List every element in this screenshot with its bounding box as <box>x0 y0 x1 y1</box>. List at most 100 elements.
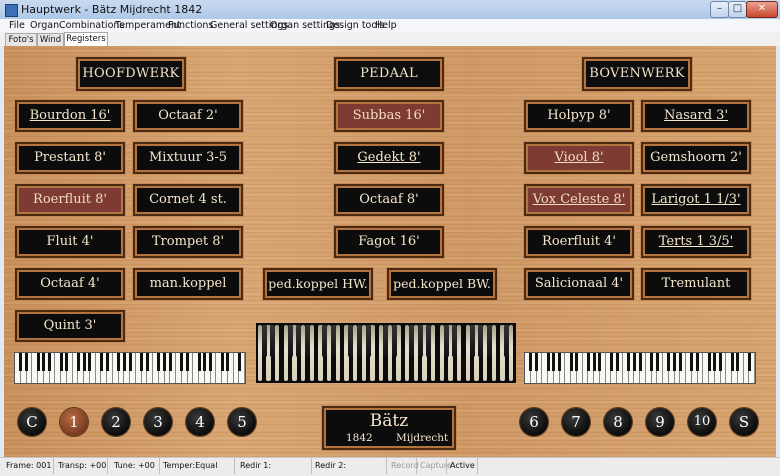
pedal-sharp-key[interactable] <box>452 325 458 357</box>
stop-bw-gemshoorn-2[interactable]: Gemshoorn 2' <box>643 144 749 172</box>
stop-bw-vox-celeste-8[interactable]: Vox Celeste 8' <box>526 186 632 214</box>
black-key[interactable] <box>719 353 722 371</box>
pedal-sharp-key[interactable] <box>270 325 276 357</box>
black-key[interactable] <box>650 353 653 371</box>
pedal-sharp-key[interactable] <box>443 325 449 357</box>
manual-keyboard-bovenwerk[interactable] <box>524 352 756 384</box>
pedal-key[interactable] <box>309 325 315 381</box>
pedal-sharp-key[interactable] <box>287 325 293 357</box>
black-key[interactable] <box>569 353 573 371</box>
stop-bw-roerfluit-4[interactable]: Roerfluit 4' <box>526 228 632 256</box>
black-key[interactable] <box>690 353 694 371</box>
black-key[interactable] <box>592 353 596 371</box>
black-key[interactable] <box>627 353 630 371</box>
stop-bw-terts[interactable]: Terts 1 3/5' <box>643 228 749 256</box>
black-key[interactable] <box>678 353 682 371</box>
black-key[interactable] <box>19 353 23 371</box>
black-key[interactable] <box>707 353 711 371</box>
black-key[interactable] <box>168 353 172 371</box>
pedal-key[interactable] <box>274 325 280 381</box>
stop-hw-trompet-8[interactable]: Trompet 8' <box>135 228 241 256</box>
black-key[interactable] <box>36 353 40 371</box>
black-key[interactable] <box>598 353 602 371</box>
black-key[interactable] <box>226 353 230 371</box>
black-key[interactable] <box>140 353 143 371</box>
black-key[interactable] <box>546 353 550 371</box>
black-key[interactable] <box>558 353 561 371</box>
pedal-key[interactable] <box>370 325 375 381</box>
piston-9[interactable]: 9 <box>646 408 674 436</box>
black-key[interactable] <box>655 353 659 371</box>
stop-ped-koppel-hw[interactable]: ped.koppel HW. <box>265 270 371 298</box>
stop-bw-holpyp-8[interactable]: Holpyp 8' <box>526 102 632 130</box>
stop-ped-koppel-bw[interactable]: ped.koppel BW. <box>389 270 495 298</box>
pedal-key[interactable] <box>430 325 436 381</box>
minimize-button[interactable]: – <box>710 1 729 18</box>
black-key[interactable] <box>730 353 734 371</box>
stop-hw-cornet[interactable]: Cornet 4 st. <box>135 186 241 214</box>
pedal-sharp-key[interactable] <box>504 325 510 357</box>
black-key[interactable] <box>122 353 126 371</box>
black-key[interactable] <box>117 353 120 371</box>
menu-help[interactable]: Help <box>375 19 397 32</box>
black-key[interactable] <box>609 353 613 371</box>
black-key[interactable] <box>220 353 224 371</box>
black-key[interactable] <box>552 353 556 371</box>
stop-man-koppel[interactable]: man.koppel <box>135 270 241 298</box>
black-key[interactable] <box>145 353 149 371</box>
pedal-sharp-key[interactable] <box>426 325 432 357</box>
pedal-sharp-key[interactable] <box>409 325 414 357</box>
black-key[interactable] <box>25 353 28 371</box>
piston-c[interactable]: C <box>18 408 46 436</box>
pedal-sharp-key[interactable] <box>417 325 423 357</box>
stop-bw-larigot[interactable]: Larigot 1 1/3' <box>643 186 749 214</box>
black-key[interactable] <box>535 353 538 371</box>
pedal-key[interactable] <box>396 325 401 381</box>
stop-bw-salicionaal-4[interactable]: Salicionaal 4' <box>526 270 632 298</box>
black-key[interactable] <box>747 353 751 371</box>
black-key[interactable] <box>59 353 63 371</box>
pedal-key[interactable] <box>456 325 462 381</box>
black-key[interactable] <box>696 353 699 371</box>
pedal-sharp-key[interactable] <box>365 325 371 357</box>
piston-7[interactable]: 7 <box>562 408 590 436</box>
tab-registers[interactable]: Registers <box>64 32 108 47</box>
stop-hw-prestant-8[interactable]: Prestant 8' <box>17 144 123 172</box>
black-key[interactable] <box>88 353 92 371</box>
black-key[interactable] <box>128 353 132 371</box>
manual-keyboard-hoofdwerk[interactable] <box>14 352 246 384</box>
tab-fotos[interactable]: Foto's <box>5 33 37 46</box>
pedal-sharp-key[interactable] <box>469 325 475 357</box>
pedal-sharp-key[interactable] <box>322 325 328 357</box>
pedal-sharp-key[interactable] <box>383 325 388 357</box>
black-key[interactable] <box>667 353 671 371</box>
stop-ped-fagot-16[interactable]: Fagot 16' <box>336 228 442 256</box>
black-key[interactable] <box>736 353 740 371</box>
black-key[interactable] <box>163 353 166 371</box>
black-key[interactable] <box>203 353 207 371</box>
black-key[interactable] <box>65 353 69 371</box>
pedal-sharp-key[interactable] <box>487 325 492 357</box>
black-key[interactable] <box>76 353 80 371</box>
pedal-key[interactable] <box>335 325 341 381</box>
black-key[interactable] <box>632 353 636 371</box>
black-key[interactable] <box>575 353 579 371</box>
stop-hw-octaaf-4[interactable]: Octaaf 4' <box>17 270 123 298</box>
black-key[interactable] <box>529 353 533 371</box>
maximize-button[interactable]: □ <box>728 1 747 18</box>
black-key[interactable] <box>48 353 51 371</box>
stop-hw-roerfluit-8[interactable]: Roerfluit 8' <box>17 186 123 214</box>
menu-file[interactable]: File <box>9 19 25 32</box>
piston-4[interactable]: 4 <box>186 408 214 436</box>
stop-hw-mixtuur[interactable]: Mixtuur 3-5 <box>135 144 241 172</box>
stop-hw-quint-3[interactable]: Quint 3' <box>17 312 123 340</box>
black-key[interactable] <box>586 353 590 371</box>
stop-bw-tremulant[interactable]: Tremulant <box>643 270 749 298</box>
black-key[interactable] <box>615 353 619 371</box>
black-key[interactable] <box>180 353 184 371</box>
pedal-sharp-key[interactable] <box>391 325 397 357</box>
stop-hw-fluit-4[interactable]: Fluit 4' <box>17 228 123 256</box>
menu-organ[interactable]: Organ <box>30 19 59 32</box>
pedal-sharp-key[interactable] <box>305 325 310 357</box>
stop-ped-gedekt-8[interactable]: Gedekt 8' <box>336 144 442 172</box>
